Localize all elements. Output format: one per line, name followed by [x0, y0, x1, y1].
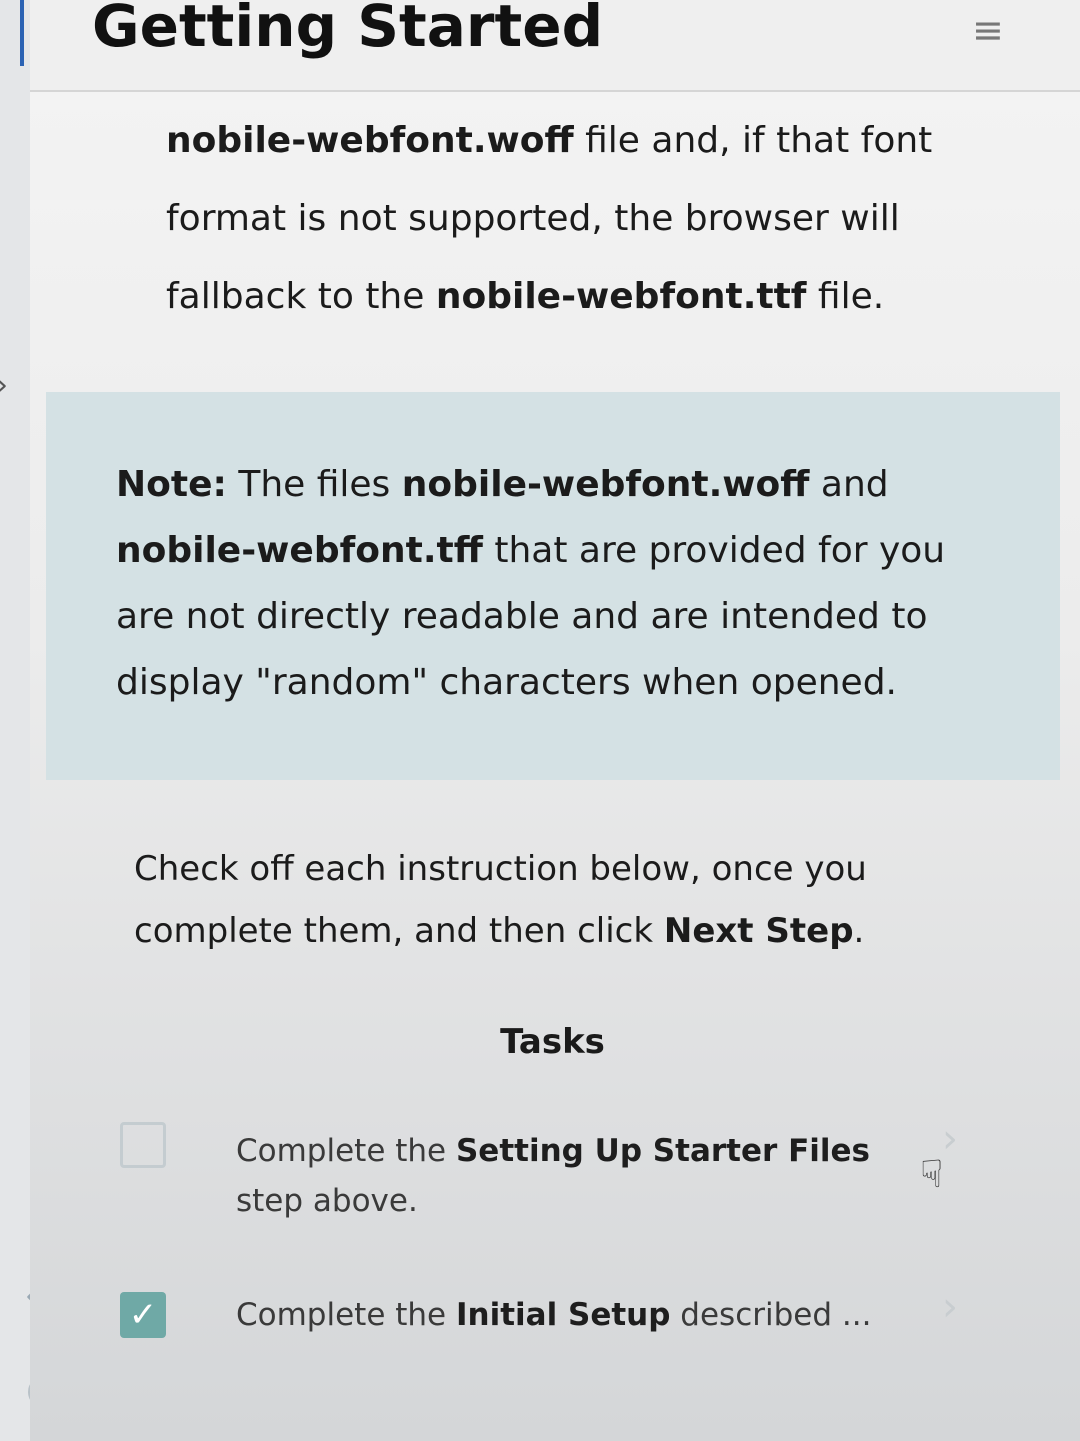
hand-pointer-cursor-icon: ☟ — [920, 1152, 944, 1196]
task-label-bold: Setting Up Starter Files — [455, 1133, 870, 1169]
task-label-suffix: described ... — [670, 1297, 872, 1333]
page-title: Getting Started — [92, 0, 604, 60]
intro-text-end: file. — [806, 276, 885, 317]
task-label-prefix: Complete the — [236, 1133, 456, 1169]
task-checkbox-unchecked[interactable] — [120, 1122, 166, 1168]
task-label-bold: Initial Setup — [455, 1297, 671, 1333]
instructions-panel: nobile-webfont.woff file and, if that fo… — [30, 92, 1080, 1441]
tasks-heading: Tasks — [500, 1022, 605, 1062]
header: Getting Started ≡ — [30, 0, 1080, 92]
rail-active-indicator — [20, 0, 24, 66]
note-file-woff: nobile-webfont.woff — [401, 464, 810, 505]
left-rail: › ⟷ ? — [0, 0, 63, 1441]
check-off-instructions: Check off each instruction below, once y… — [134, 838, 894, 962]
task-label: Complete the Initial Setup described ... — [236, 1290, 896, 1340]
intro-paragraph: nobile-webfont.woff file and, if that fo… — [166, 102, 946, 336]
note-text-part: The files — [226, 464, 402, 505]
task-label-prefix: Complete the — [236, 1297, 456, 1333]
font-file-ttf: nobile-webfont.ttf — [435, 276, 807, 317]
chevron-right-icon[interactable]: › — [942, 1116, 958, 1162]
font-file-woff: nobile-webfont.woff — [166, 120, 574, 161]
note-box: Note: The files nobile-webfont.woff and … — [46, 392, 1060, 780]
task-label: Complete the Setting Up Starter Files st… — [236, 1126, 896, 1226]
note-text-part: and — [809, 464, 889, 505]
task-checkbox-checked[interactable]: ✓ — [120, 1292, 166, 1338]
note-file-tff: nobile-webfont.tff — [116, 530, 483, 571]
check-intro-end: . — [853, 911, 865, 951]
note-text: Note: The files nobile-webfont.woff and … — [116, 452, 996, 716]
chevron-right-icon[interactable]: › — [942, 1284, 958, 1330]
note-label: Note: — [116, 464, 227, 505]
hamburger-menu-icon[interactable]: ≡ — [972, 8, 1004, 52]
task-label-suffix: step above. — [236, 1183, 418, 1219]
expand-chevron-icon[interactable]: › — [0, 368, 8, 403]
next-step-reference: Next Step — [663, 911, 854, 951]
